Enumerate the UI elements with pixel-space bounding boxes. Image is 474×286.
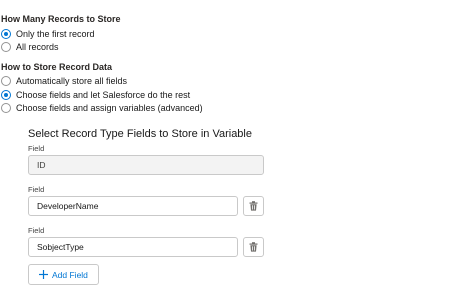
field-value: DeveloperName [37, 201, 99, 211]
field-value: ID [37, 160, 46, 170]
delete-field-button[interactable] [243, 237, 264, 257]
radio-button[interactable] [1, 75, 11, 86]
field-label: Field [28, 185, 45, 194]
trash-icon [249, 242, 258, 252]
radio-button[interactable] [1, 28, 11, 39]
radio-label: Automatically store all fields [16, 75, 128, 86]
radio-button[interactable] [1, 41, 11, 52]
radio-label: Choose fields and assign variables (adva… [16, 102, 203, 113]
radio-label: Choose fields and let Salesforce do the … [16, 89, 191, 100]
radio-choose-fields-advanced[interactable]: Choose fields and assign variables (adva… [1, 101, 203, 114]
radio-label: All records [16, 41, 59, 52]
fields-section-title: Select Record Type Fields to Store in Va… [28, 128, 252, 140]
radio-all-records[interactable]: All records [1, 40, 59, 53]
radio-label: Only the first record [16, 28, 95, 39]
how-to-store-title: How to Store Record Data [1, 62, 113, 72]
field-input-sobjecttype[interactable]: SobjectType [28, 237, 238, 257]
radio-only-first-record[interactable]: Only the first record [1, 27, 95, 40]
radio-store-all-fields[interactable]: Automatically store all fields [1, 74, 127, 87]
how-many-records-title: How Many Records to Store [1, 14, 121, 24]
field-input-id: ID [28, 155, 264, 175]
field-label: Field [28, 226, 45, 235]
radio-choose-fields-salesforce[interactable]: Choose fields and let Salesforce do the … [1, 88, 190, 101]
field-label: Field [28, 144, 45, 153]
delete-field-button[interactable] [243, 196, 264, 216]
field-value: SobjectType [37, 242, 84, 252]
radio-button[interactable] [1, 102, 11, 113]
radio-button[interactable] [1, 89, 11, 100]
add-field-button[interactable]: Add Field [28, 264, 99, 285]
field-input-developername[interactable]: DeveloperName [28, 196, 238, 216]
add-field-label: Add Field [52, 269, 88, 280]
trash-icon [249, 201, 258, 211]
plus-icon [39, 270, 48, 279]
